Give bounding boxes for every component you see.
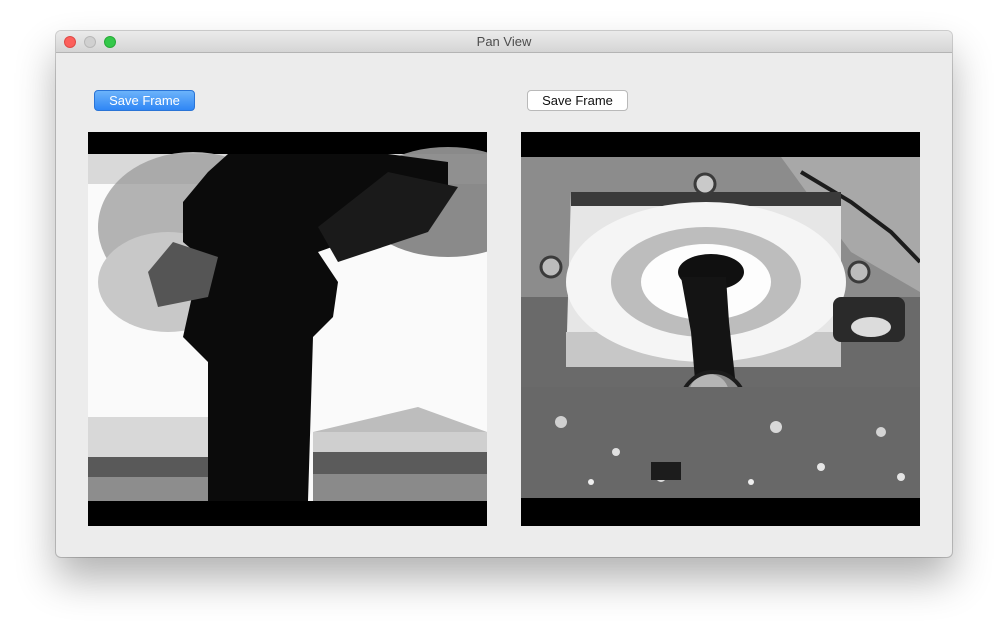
left-camera-image	[88, 132, 487, 526]
right-camera-view[interactable]	[521, 132, 920, 526]
save-frame-button-right[interactable]: Save Frame	[527, 90, 628, 111]
window-title: Pan View	[476, 34, 532, 49]
title-bar[interactable]: Pan View	[56, 31, 952, 53]
left-camera-view[interactable]	[88, 132, 487, 526]
app-window: Pan View Save Frame Save Frame	[56, 31, 952, 557]
save-frame-button-left[interactable]: Save Frame	[94, 90, 195, 111]
right-camera-image	[521, 132, 920, 526]
